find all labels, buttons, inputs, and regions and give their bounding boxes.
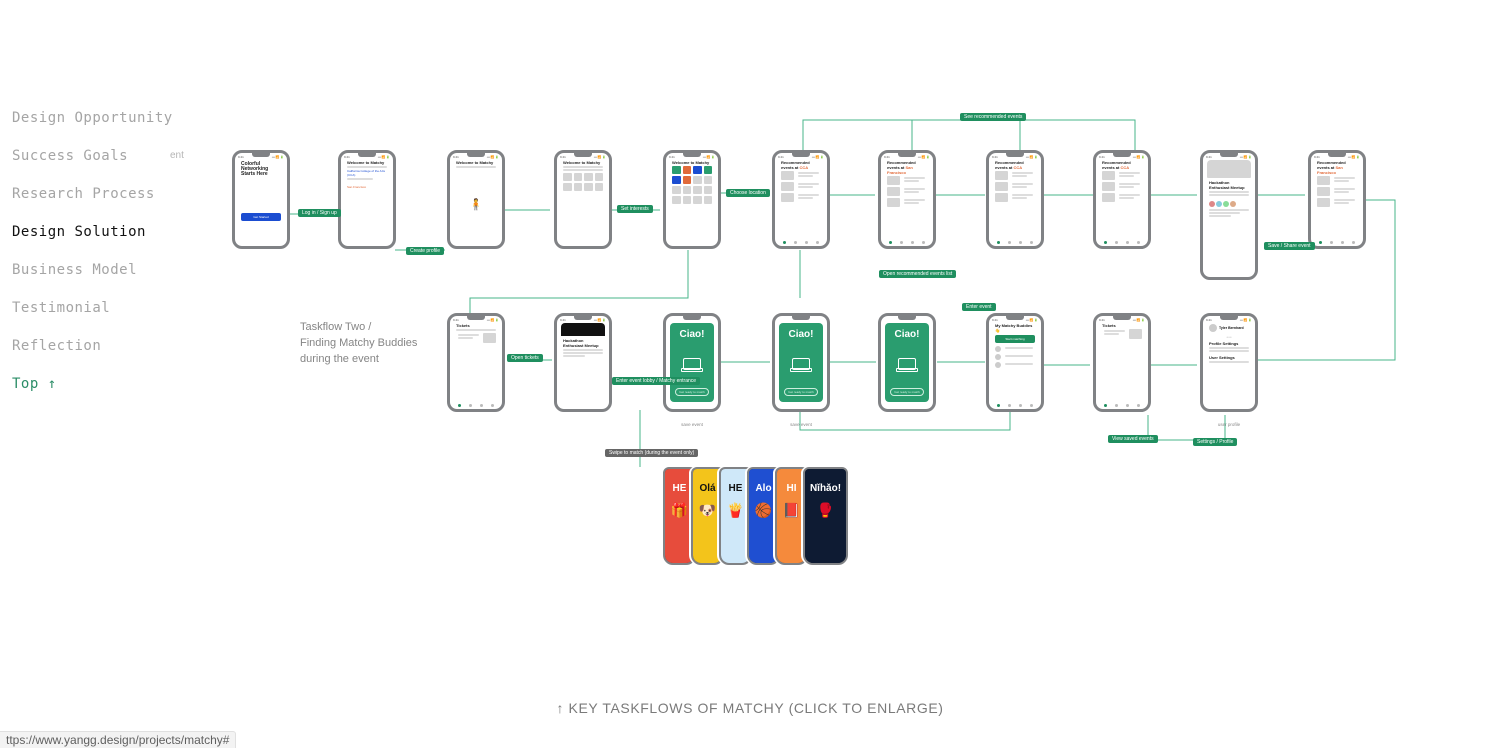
flow-chip: See recommended events bbox=[960, 113, 1026, 121]
screen-recommended-5: Recommended events at San Francisco bbox=[1308, 150, 1366, 249]
subcap-save-1: save event bbox=[666, 422, 718, 427]
taskflow-canvas[interactable]: Colorful Networking Starts Here Get Star… bbox=[0, 0, 1500, 748]
flow-chip: Save / Share event bbox=[1264, 242, 1315, 250]
screen-recommended-1: Recommended events at CCA bbox=[772, 150, 830, 249]
screen-welcome-illustration: Welcome to Matchy 🧍 bbox=[447, 150, 505, 249]
screen-tickets-2: Tickets bbox=[1093, 313, 1151, 412]
screen-recommended-3: Recommended events at CCA bbox=[986, 150, 1044, 249]
flow-chip: Log in / Sign up bbox=[298, 209, 341, 217]
image-caption[interactable]: ↑ KEY TASKFLOWS OF MATCHY (CLICK TO ENLA… bbox=[556, 700, 943, 716]
flow-chip: Choose location bbox=[726, 189, 770, 197]
subcap-save-2: save event bbox=[775, 422, 827, 427]
flow-chip: View saved events bbox=[1108, 435, 1158, 443]
screen-buddies: My Matchy Buddies 👋 Start matching bbox=[986, 313, 1044, 412]
subcap-user-profile: user profile bbox=[1203, 422, 1255, 427]
screen-event-detail-2: Hackathon Enthusiast Meetup bbox=[554, 313, 612, 412]
screen-ciao-1: Ciao! Get ready to match save event bbox=[663, 313, 721, 412]
flow-chip: Settings / Profile bbox=[1193, 438, 1237, 446]
flow-chip: Enter event lobby / Matchy entrance bbox=[612, 377, 700, 385]
screen-recommended-4: Recommended events at CCA bbox=[1093, 150, 1151, 249]
screen-welcome-interests: Welcome to Matchy bbox=[554, 150, 612, 249]
flow-chip: Create profile bbox=[406, 247, 444, 255]
screen-ciao-2: Ciao! Get ready to match save event bbox=[772, 313, 830, 412]
screen-welcome-city: Welcome to Matchy California College of … bbox=[338, 150, 396, 249]
screen-recommended-2: Recommended events at San Francisco bbox=[878, 150, 936, 249]
connectors-svg bbox=[0, 0, 1500, 748]
screen-event-detail: Hackathon Enthusiast Meetup bbox=[1200, 150, 1258, 280]
greet-phones-row: HE🎁Olá🐶HE🍟Alo🏀HI📕Nǐhǎo!🥊 bbox=[663, 467, 843, 565]
flow-chip: Set interests bbox=[617, 205, 653, 213]
onboarding-get-started: Get Started bbox=[241, 213, 281, 221]
screen-welcome-interests-2: Welcome to Matchy bbox=[663, 150, 721, 249]
screen-tickets-1: Tickets bbox=[447, 313, 505, 412]
flow-chip: Open recommended events list bbox=[879, 270, 956, 278]
flow-chip: Open tickets bbox=[507, 354, 543, 362]
screen-ciao-3: Ciao! Get ready to match bbox=[878, 313, 936, 412]
screen-profile: Tyler Bernhard • • • Profile Settings Us… bbox=[1200, 313, 1258, 412]
greet-phone: Nǐhǎo!🥊 bbox=[803, 467, 848, 565]
browser-status-url: ttps://www.yangg.design/projects/matchy# bbox=[0, 731, 236, 748]
screen-onboarding: Colorful Networking Starts Here Get Star… bbox=[232, 150, 290, 249]
flow-chip: Swipe to match (during the event only) bbox=[605, 449, 698, 457]
flow-chip: Enter event bbox=[962, 303, 996, 311]
